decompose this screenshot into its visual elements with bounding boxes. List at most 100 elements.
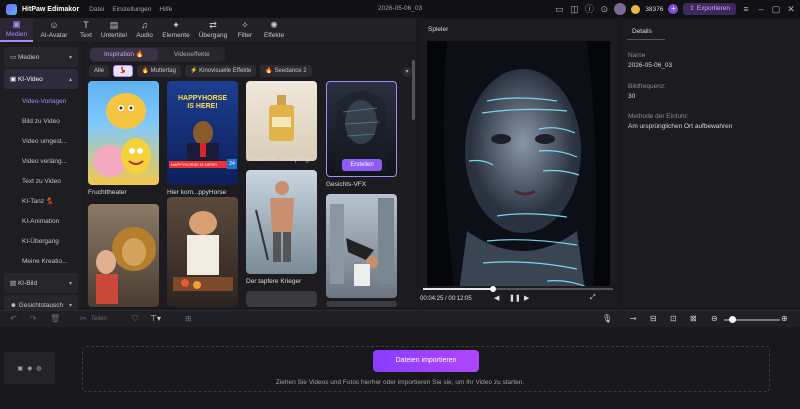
- redo-icon[interactable]: ↷: [30, 314, 37, 324]
- tab-filter[interactable]: ✧ Filter: [232, 18, 258, 42]
- tab-subtitles[interactable]: ▤ Untertitel: [97, 18, 131, 42]
- chevron-down-icon: ▾: [68, 54, 72, 61]
- tab-details[interactable]: Details: [627, 24, 665, 40]
- template-card-face-vfx[interactable]: Erstellen: [326, 81, 397, 177]
- export-button[interactable]: ⇪ Exportieren: [683, 3, 736, 15]
- next-frame-icon[interactable]: ▶: [524, 294, 529, 302]
- text-tool-icon[interactable]: ⊤▾: [150, 314, 161, 324]
- sidebar-item-ai-dance[interactable]: KI-Tanz 💃: [0, 191, 82, 211]
- minimize-icon[interactable]: –: [756, 4, 766, 14]
- template-card-breakdance[interactable]: [326, 194, 397, 298]
- tab-elements[interactable]: ✦ Elemente: [158, 18, 194, 42]
- track-lock-icon[interactable]: ▣: [17, 365, 23, 372]
- seek-handle[interactable]: [490, 286, 497, 292]
- app-name: HitPaw Edimakor: [22, 5, 80, 13]
- shield-icon[interactable]: ⛉: [132, 314, 138, 324]
- video-preview[interactable]: [427, 41, 610, 307]
- credits-count: 38376: [645, 5, 664, 13]
- tab-video-effects[interactable]: Videoeffekte: [160, 48, 224, 61]
- template-card-lion[interactable]: [88, 204, 159, 307]
- avatar[interactable]: [614, 3, 627, 15]
- sidebar-item-media[interactable]: ▭ Medien ▾: [4, 47, 78, 67]
- close-icon[interactable]: ✕: [786, 4, 796, 14]
- name-value: 2026-05-06_03: [628, 62, 673, 69]
- sidebar-item-video-extend[interactable]: Video verläng...: [0, 151, 82, 171]
- tab-elements-label: Elemente: [162, 32, 190, 39]
- download-icon[interactable]: ⊙: [599, 4, 609, 14]
- template-card-fruit-theater[interactable]: [88, 81, 159, 185]
- menu-file[interactable]: Datei: [89, 6, 104, 13]
- filter-cinematic[interactable]: ⚡ Kinovisuelle Effekte: [184, 65, 257, 77]
- menu-settings[interactable]: Einstellungen: [112, 6, 151, 13]
- filters-expand-button[interactable]: ▾: [402, 67, 412, 77]
- tab-media[interactable]: ▣ Medien: [0, 18, 33, 42]
- tab-text[interactable]: T Text: [75, 18, 97, 42]
- sidebar-item-ai-transition[interactable]: KI-Übergang: [0, 231, 82, 251]
- sidebar-item-ai-animation[interactable]: KI-Animation: [0, 211, 82, 231]
- snap-icon[interactable]: ⊡: [670, 314, 677, 324]
- menu-help[interactable]: Hilfe: [159, 6, 172, 13]
- template-card-partial[interactable]: [326, 301, 397, 307]
- filter-seedance[interactable]: 🔥 Seedance 2: [260, 65, 312, 77]
- template-card-brave-warrior[interactable]: [246, 170, 317, 274]
- news-badge: 24: [227, 159, 237, 169]
- undo-icon[interactable]: ↶: [10, 314, 17, 324]
- sidebar-item-ai-video[interactable]: ▣ KI-Video ▴: [4, 69, 78, 89]
- create-button[interactable]: Erstellen: [342, 159, 382, 171]
- info-icon[interactable]: ⓘ: [584, 4, 594, 14]
- gift-icon[interactable]: ◫: [569, 4, 579, 14]
- template-card-skincare[interactable]: [246, 81, 317, 161]
- sidebar-item-video-templates[interactable]: Video-Vorlagen: [0, 91, 82, 111]
- template-card-next[interactable]: [246, 291, 317, 307]
- hamburger-menu-icon[interactable]: ≡: [741, 4, 751, 14]
- filter-dance[interactable]: 💃: [113, 65, 133, 77]
- sidebar-item-video-restyle[interactable]: Video umgest...: [0, 131, 82, 151]
- fit-icon[interactable]: ⊠: [690, 314, 697, 324]
- sidebar-item-text-to-video[interactable]: Text zu Video: [0, 171, 82, 191]
- import-files-button[interactable]: Dateien importieren: [373, 350, 479, 372]
- tab-inspiration[interactable]: Inspiration 🔥: [90, 48, 158, 61]
- zoom-in-icon[interactable]: ⊕: [781, 314, 788, 324]
- tab-transition[interactable]: ⇄ Übergang: [194, 18, 232, 42]
- sidebar-item-ai-image[interactable]: ▧ KI-Bild ▾: [4, 273, 78, 293]
- microphone-icon[interactable]: 🎙: [602, 314, 612, 324]
- sidebar-item-label: KI-Video: [17, 75, 43, 83]
- news-banner: HAPPYHORSE IS HERE!: [169, 161, 227, 168]
- cat-chef-image: [173, 211, 233, 291]
- template-card-cat-chef[interactable]: [167, 197, 238, 307]
- delete-icon[interactable]: 🗑: [50, 314, 60, 324]
- track-visibility-icon[interactable]: ◉: [27, 365, 32, 372]
- previous-frame-icon[interactable]: ◀: [494, 294, 499, 302]
- fps-value: 30: [628, 93, 636, 100]
- filter-all[interactable]: Alle: [89, 65, 110, 77]
- split-icon[interactable]: ✂: [80, 314, 87, 324]
- zoom-out-icon[interactable]: ⊖: [711, 314, 718, 324]
- zoom-handle[interactable]: [729, 316, 736, 323]
- face-swap-icon: ☻: [10, 301, 19, 309]
- crop-icon[interactable]: ⊞: [185, 314, 192, 324]
- tab-audio[interactable]: ♫ Audio: [131, 18, 158, 42]
- sidebar-item-image-to-video[interactable]: Bild zu Video: [0, 111, 82, 131]
- template-card-happyhorse[interactable]: HAPPYHORSE IS HERE! HAPPYHORSE IS HERE! 2…: [167, 81, 238, 185]
- track-audio-icon[interactable]: ◍: [36, 365, 41, 372]
- chevron-down-icon: ▾: [68, 302, 72, 309]
- horse-anchor-image: [187, 121, 219, 165]
- lion-child-image: [96, 227, 156, 304]
- card-label-happyhorse: Hier kom...ppyHorse: [167, 189, 227, 196]
- maximize-icon[interactable]: ▢: [771, 4, 781, 14]
- monitor-icon[interactable]: ▭: [554, 4, 564, 14]
- fullscreen-icon[interactable]: ⤢: [590, 294, 596, 302]
- tab-effects[interactable]: ✺ Effekte: [258, 18, 290, 42]
- seek-bar[interactable]: [423, 286, 613, 292]
- pause-icon[interactable]: ❚❚: [509, 294, 521, 302]
- tab-ai-avatar[interactable]: ☺ AI-Avatar: [33, 18, 75, 42]
- sidebar-item-my-creations[interactable]: Meine Kreatio...: [0, 251, 82, 271]
- title-actions: ▭ ◫ ⓘ ⊙ 38376 + ⇪ Exportieren ≡ – ▢ ✕: [554, 3, 796, 15]
- split-track-icon[interactable]: ⊟: [650, 314, 657, 324]
- content-scrollbar[interactable]: [412, 60, 415, 120]
- filter-mothers-day[interactable]: 🔥 Muttertag: [136, 65, 181, 77]
- tab-subtitles-label: Untertitel: [100, 32, 127, 39]
- link-icon[interactable]: ⊸: [630, 314, 637, 324]
- add-credits-button[interactable]: +: [668, 4, 679, 14]
- coin-icon: [631, 4, 641, 14]
